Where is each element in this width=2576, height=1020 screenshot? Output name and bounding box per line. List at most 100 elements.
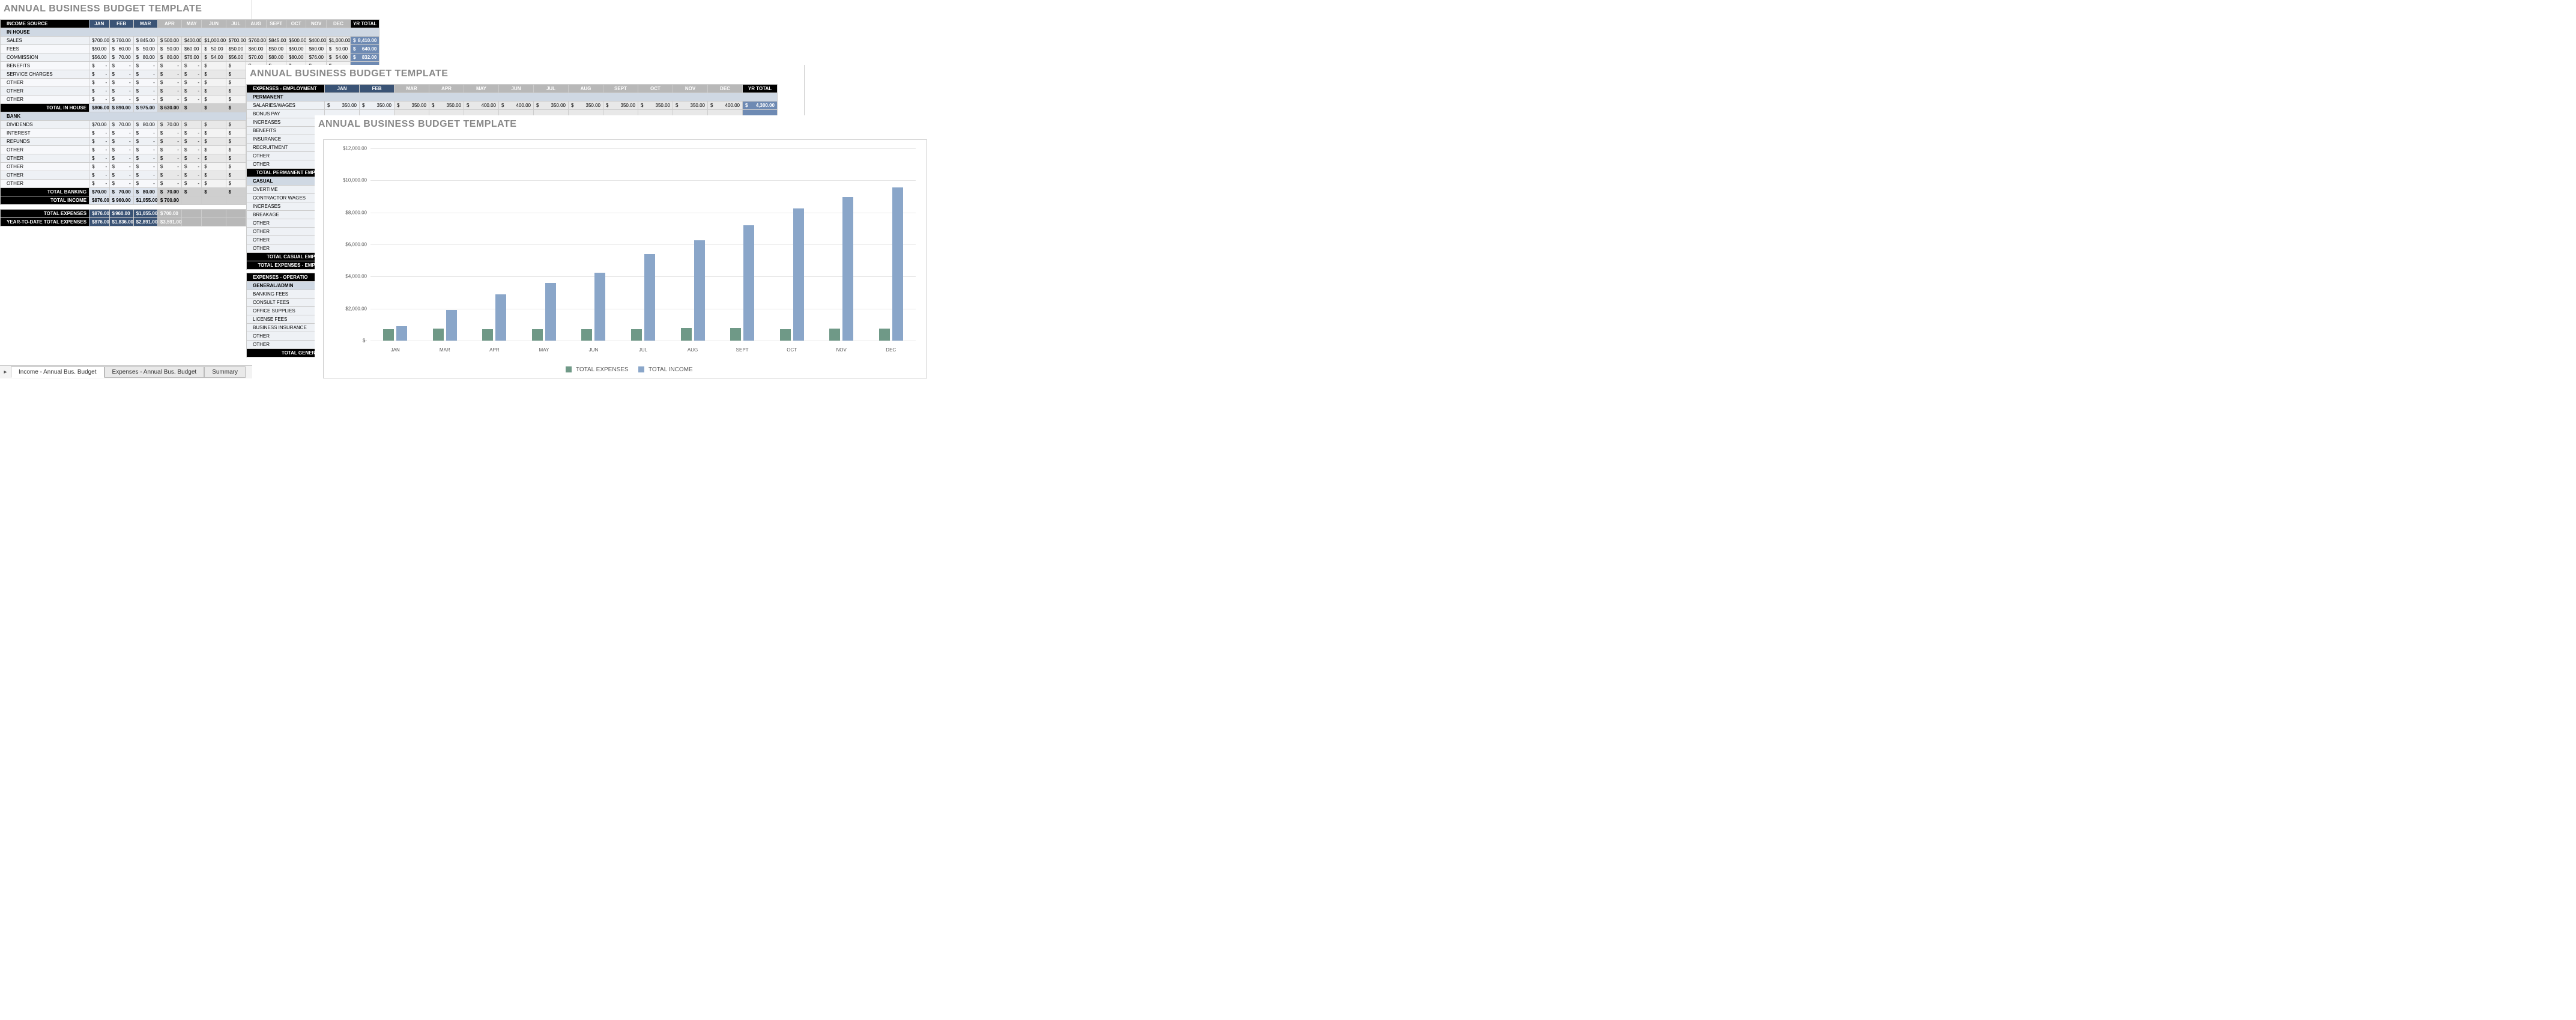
cell[interactable]: $-	[109, 180, 133, 188]
cell[interactable]: $-	[133, 171, 157, 180]
cell[interactable]: $70.00	[157, 121, 181, 129]
cell[interactable]: $960.00	[109, 196, 133, 205]
cell[interactable]: $50.00	[202, 45, 226, 53]
cell[interactable]: $	[226, 79, 246, 87]
cell[interactable]: $-	[157, 129, 181, 138]
cell[interactable]: $-	[157, 180, 181, 188]
cell[interactable]: $70.00	[109, 53, 133, 62]
cell[interactable]	[226, 210, 246, 218]
cell[interactable]: $-	[157, 96, 181, 104]
cell[interactable]: $845.00	[266, 37, 286, 45]
cell[interactable]: $350.00	[325, 102, 360, 110]
cell[interactable]: $	[226, 70, 246, 79]
cell[interactable]: $400.00	[181, 37, 201, 45]
cell[interactable]: $-	[157, 146, 181, 154]
cell[interactable]: $50.00	[157, 45, 181, 53]
cell[interactable]: $	[202, 138, 226, 146]
cell[interactable]: $-	[181, 163, 201, 171]
cell[interactable]: $806.00	[89, 104, 109, 112]
cell[interactable]: $50.00	[266, 45, 286, 53]
cell[interactable]: $350.00	[673, 102, 708, 110]
cell[interactable]: $-	[109, 79, 133, 87]
cell[interactable]: $50.00	[89, 45, 109, 53]
cell[interactable]: $-	[89, 180, 109, 188]
cell[interactable]: $	[202, 121, 226, 129]
cell[interactable]: $70.00	[157, 188, 181, 196]
cell[interactable]: $350.00	[638, 102, 673, 110]
cell[interactable]: $1,055.00	[133, 210, 157, 218]
cell[interactable]: $-	[157, 138, 181, 146]
cell[interactable]: $	[226, 96, 246, 104]
cell[interactable]: $-	[89, 70, 109, 79]
cell[interactable]: $	[226, 62, 246, 70]
cell[interactable]: $	[202, 70, 226, 79]
cell[interactable]: $700.00	[226, 37, 246, 45]
cell[interactable]: $	[202, 87, 226, 96]
cell[interactable]: $	[202, 96, 226, 104]
cell[interactable]: $	[202, 146, 226, 154]
cell[interactable]: $-	[133, 79, 157, 87]
cell[interactable]: $	[202, 171, 226, 180]
cell[interactable]: $975.00	[133, 104, 157, 112]
cell[interactable]: $-	[89, 138, 109, 146]
cell[interactable]: $500.00	[286, 37, 306, 45]
cell[interactable]: $400.00	[464, 102, 499, 110]
cell[interactable]: $70.00	[246, 53, 266, 62]
cell[interactable]: $-	[133, 129, 157, 138]
cell[interactable]: $70.00	[109, 188, 133, 196]
tab-expenses[interactable]: Expenses - Annual Bus. Budget	[104, 366, 205, 378]
cell[interactable]: $	[202, 79, 226, 87]
cell[interactable]: $-	[181, 62, 201, 70]
cell[interactable]: $	[226, 188, 246, 196]
cell[interactable]: $-	[157, 163, 181, 171]
cell[interactable]: $	[226, 163, 246, 171]
cell[interactable]: $70.00	[89, 121, 109, 129]
cell[interactable]: $-	[109, 87, 133, 96]
cell[interactable]: $-	[109, 163, 133, 171]
cell[interactable]: $	[202, 129, 226, 138]
cell[interactable]: $	[202, 163, 226, 171]
cell[interactable]: $845.00	[133, 37, 157, 45]
cell[interactable]: $-	[133, 163, 157, 171]
cell[interactable]: $-	[89, 154, 109, 163]
cell[interactable]: $70.00	[89, 188, 109, 196]
cell[interactable]: $400.00	[306, 37, 326, 45]
cell[interactable]: $630.00	[157, 104, 181, 112]
cell[interactable]: $	[226, 138, 246, 146]
cell[interactable]: $	[226, 146, 246, 154]
cell[interactable]: $960.00	[109, 210, 133, 218]
cell[interactable]	[181, 218, 201, 226]
cell[interactable]: $876.00	[89, 218, 109, 226]
cell[interactable]: $50.00	[226, 45, 246, 53]
cell[interactable]: $80.00	[286, 53, 306, 62]
cell[interactable]: $56.00	[89, 53, 109, 62]
cell[interactable]: $	[202, 154, 226, 163]
cell[interactable]: $80.00	[133, 188, 157, 196]
cell[interactable]: $-	[89, 171, 109, 180]
cell[interactable]: $-	[181, 171, 201, 180]
cell[interactable]: $	[181, 188, 201, 196]
cell[interactable]: $-	[181, 154, 201, 163]
cell[interactable]: $2,891.00	[133, 218, 157, 226]
cell[interactable]: $1,000.00	[202, 37, 226, 45]
cell[interactable]: $76.00	[181, 53, 201, 62]
cell[interactable]: $-	[133, 87, 157, 96]
cell[interactable]: $-	[89, 62, 109, 70]
cell[interactable]: $876.00	[89, 210, 109, 218]
cell[interactable]: $350.00	[395, 102, 429, 110]
tab-income[interactable]: Income - Annual Bus. Budget	[11, 366, 104, 378]
yr-total-cell[interactable]: $4,300.00	[743, 102, 778, 110]
cell[interactable]: $-	[157, 79, 181, 87]
cell[interactable]: $-	[157, 154, 181, 163]
cell[interactable]: $	[226, 180, 246, 188]
cell[interactable]: $700.00	[157, 196, 181, 205]
cell[interactable]: $-	[109, 129, 133, 138]
cell[interactable]: $1,000.00	[326, 37, 350, 45]
cell[interactable]: $50.00	[326, 45, 350, 53]
cell[interactable]: $80.00	[133, 121, 157, 129]
cell[interactable]: $-	[133, 70, 157, 79]
cell[interactable]	[181, 196, 201, 205]
cell[interactable]	[226, 218, 246, 226]
cell[interactable]: $50.00	[286, 45, 306, 53]
cell[interactable]: $60.00	[306, 45, 326, 53]
